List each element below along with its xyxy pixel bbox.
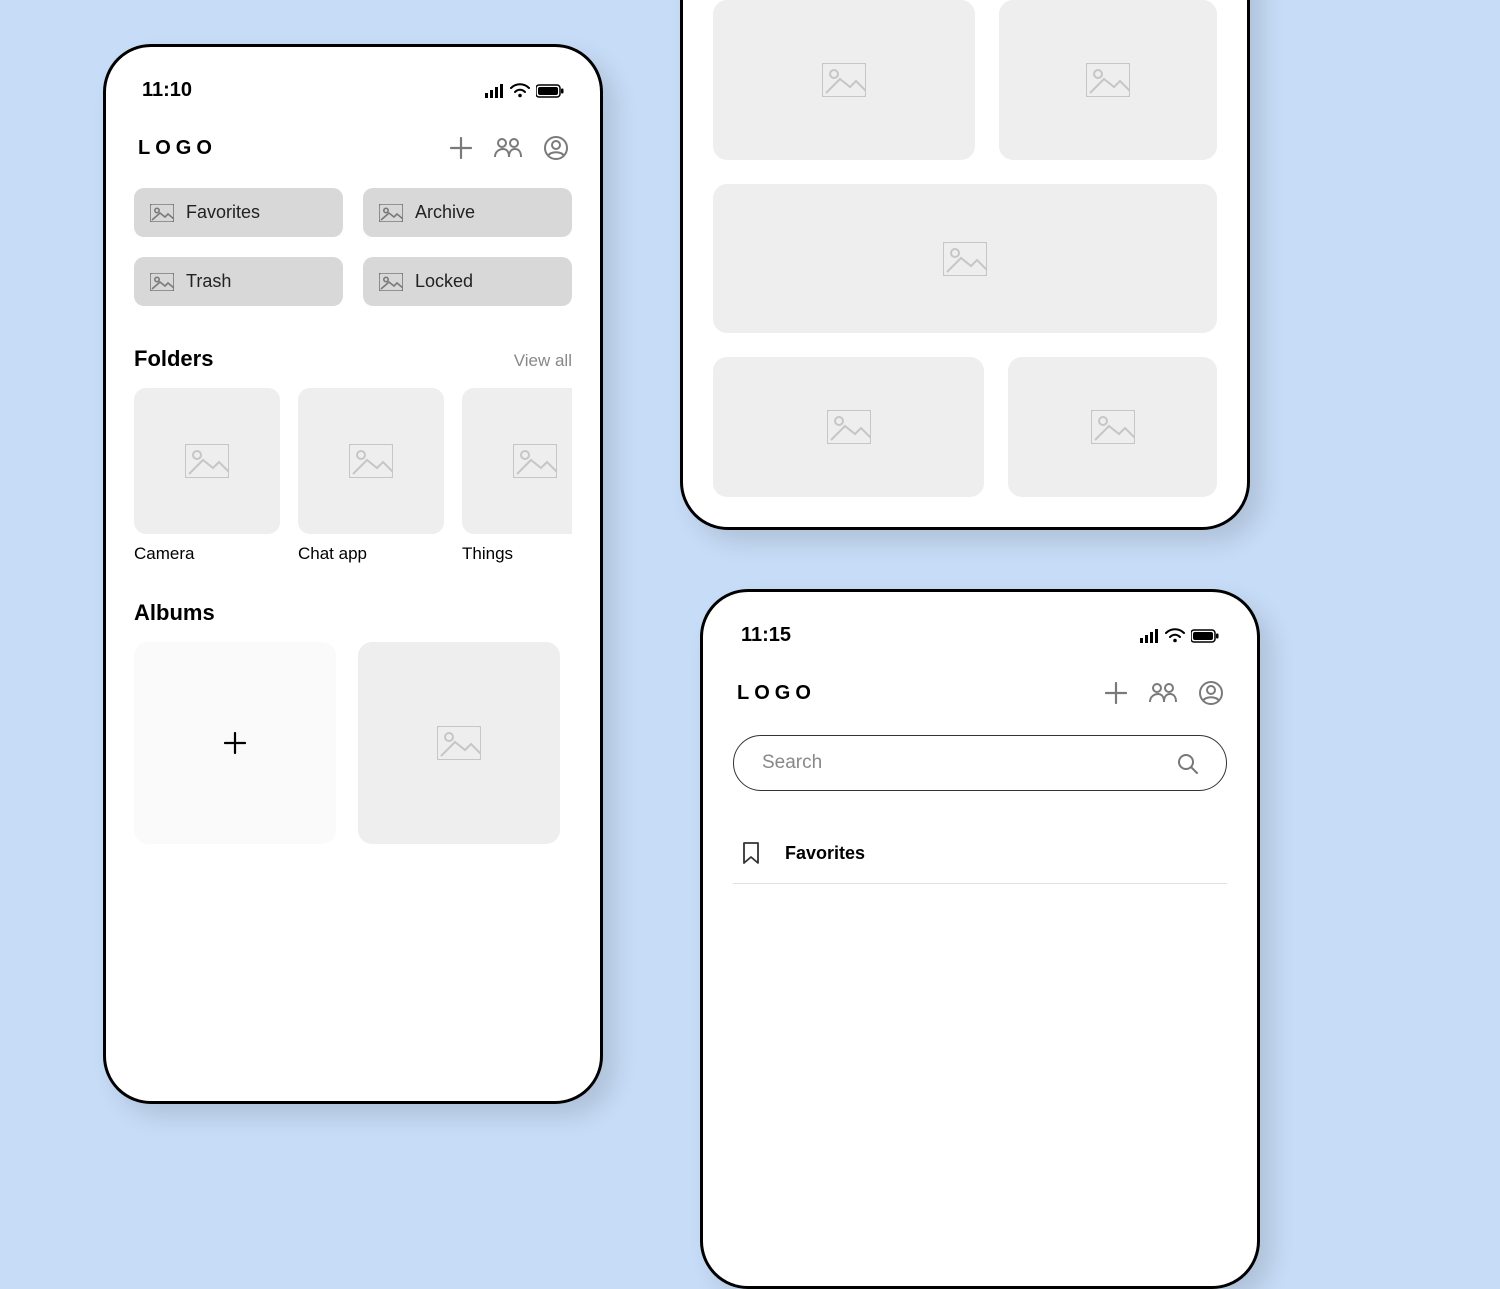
status-bar: 11:15 [733,616,1227,675]
chip-archive[interactable]: Archive [363,188,572,237]
folder-label: Chat app [298,544,444,564]
image-placeholder-icon [943,242,987,276]
status-bar: 11:10 [134,71,572,130]
image-placeholder-icon [1086,63,1130,97]
image-placeholder-icon [437,726,481,760]
album-item[interactable] [358,642,560,844]
phone-library-screen: 11:10 LOGO Favorites Archive Trash [103,44,603,1104]
logo-text: LOGO [138,137,217,160]
list-item-label: Favorites [785,843,865,864]
folder-thumbnail [298,388,444,534]
add-button[interactable] [1105,682,1127,704]
profile-button[interactable] [544,136,568,160]
search-input[interactable]: Search [733,735,1227,791]
status-icons [1140,628,1219,644]
folder-camera[interactable]: Camera [134,388,280,564]
header-actions [450,136,568,160]
chip-trash[interactable]: Trash [134,257,343,306]
gallery-tile[interactable] [713,0,975,160]
phone-gallery-screen [680,0,1250,530]
wifi-icon [510,83,530,98]
folders-header: Folders View all [134,346,572,372]
logo-text: LOGO [737,682,816,705]
cellular-signal-icon [485,83,504,99]
folders-row[interactable]: Camera Chat app Things [134,388,572,564]
folder-thumbnail [134,388,280,534]
shared-people-button[interactable] [494,137,522,159]
image-icon [379,204,403,222]
chip-favorites[interactable]: Favorites [134,188,343,237]
view-all-link[interactable]: View all [514,351,572,371]
folder-label: Things [462,544,572,564]
gallery-tile[interactable] [713,184,1217,333]
albums-header: Albums [134,600,572,626]
phone-search-screen: 11:15 LOGO Search Favorites [700,589,1260,1289]
folder-chat-app[interactable]: Chat app [298,388,444,564]
plus-icon [224,732,246,754]
chip-label: Locked [415,271,473,292]
profile-button[interactable] [1199,681,1223,705]
status-time: 11:10 [142,79,192,102]
image-icon [150,204,174,222]
cellular-signal-icon [1140,628,1159,644]
wifi-icon [1165,628,1185,643]
status-time: 11:15 [741,624,791,647]
albums-row[interactable] [134,642,572,844]
add-button[interactable] [450,137,472,159]
quick-chips-grid: Favorites Archive Trash Locked [134,188,572,306]
shared-people-button[interactable] [1149,682,1177,704]
gallery-tile[interactable] [999,0,1217,160]
chip-label: Favorites [186,202,260,223]
battery-icon [536,84,564,98]
image-placeholder-icon [349,444,393,478]
header-actions [1105,681,1223,705]
image-placeholder-icon [513,444,557,478]
folder-label: Camera [134,544,280,564]
bookmark-icon [741,841,761,865]
image-placeholder-icon [185,444,229,478]
image-icon [379,273,403,291]
new-album-button[interactable] [134,642,336,844]
chip-label: Trash [186,271,231,292]
section-title: Albums [134,600,215,626]
image-placeholder-icon [827,410,871,444]
folder-thumbnail [462,388,572,534]
battery-icon [1191,629,1219,643]
app-header: LOGO [134,130,572,188]
section-title: Folders [134,346,213,372]
image-placeholder-icon [1091,410,1135,444]
image-placeholder-icon [822,63,866,97]
gallery-tile[interactable] [1008,357,1217,497]
image-icon [150,273,174,291]
app-header: LOGO [733,675,1227,733]
status-icons [485,83,564,99]
search-icon [1177,753,1198,774]
chip-label: Archive [415,202,475,223]
search-placeholder: Search [762,752,822,774]
gallery-tile[interactable] [713,357,984,497]
folder-things[interactable]: Things [462,388,572,564]
chip-locked[interactable]: Locked [363,257,572,306]
list-item-favorites[interactable]: Favorites [733,827,1227,884]
